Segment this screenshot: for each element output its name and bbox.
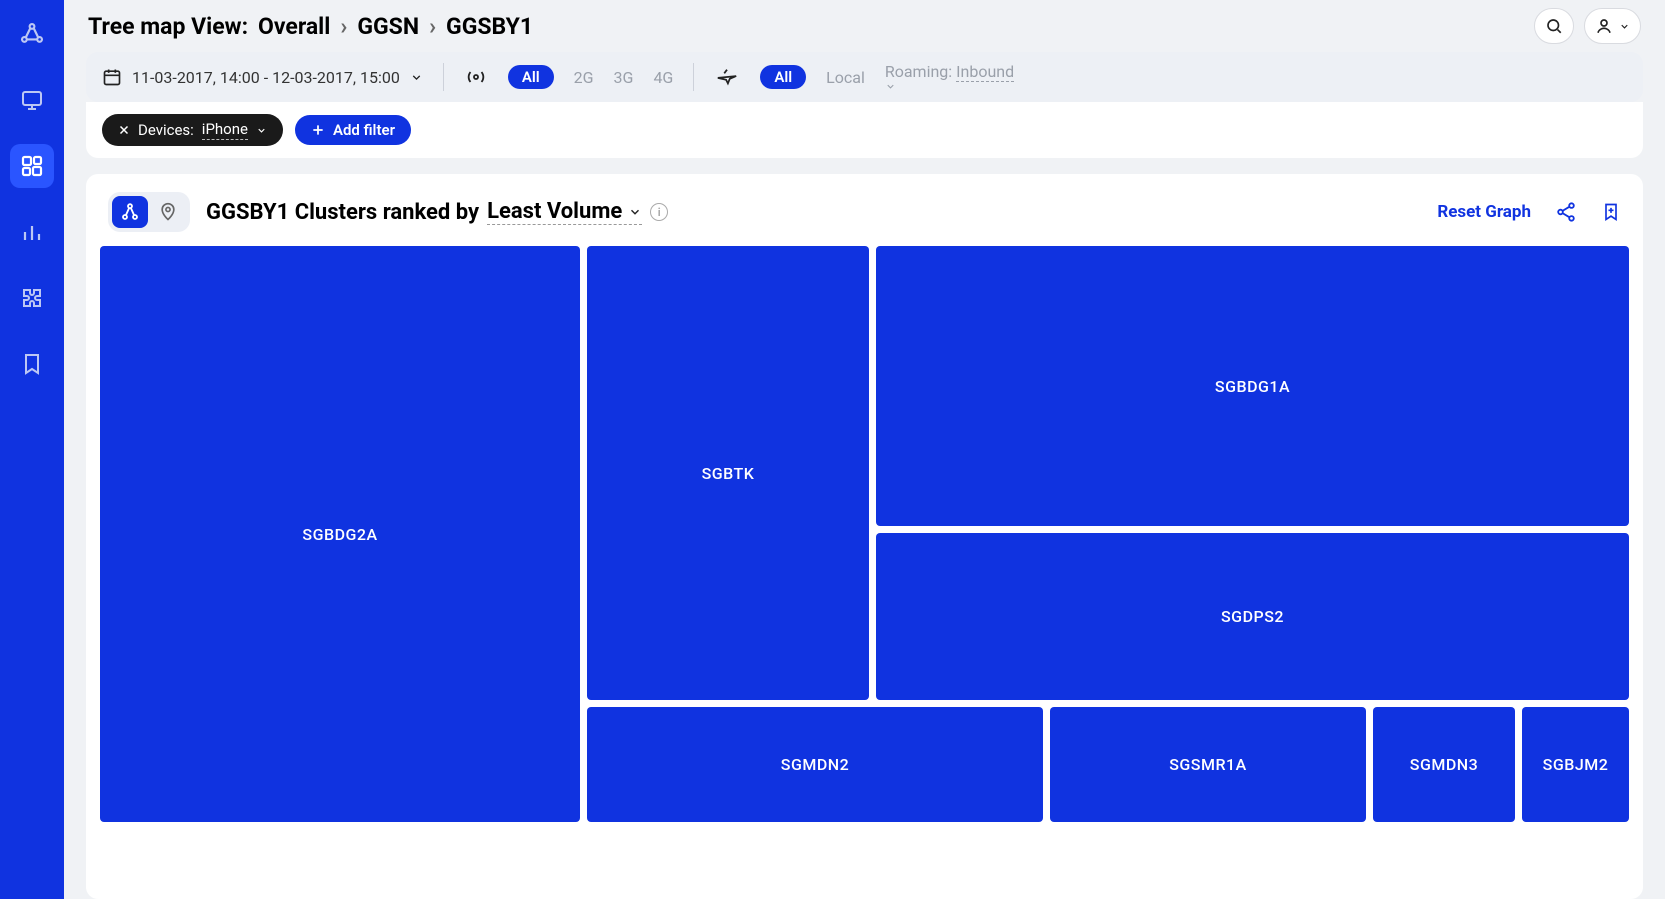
network-icon — [19, 21, 45, 47]
add-filter-button[interactable]: Add filter — [295, 115, 411, 145]
chevron-down-icon — [885, 81, 1018, 92]
chevron-down-icon — [256, 125, 267, 136]
puzzle-icon — [20, 286, 44, 310]
bookmark-icon — [20, 352, 44, 376]
sidebar — [0, 0, 64, 899]
treemap-cell-sgbdg2a[interactable]: SGBDG2A — [100, 246, 580, 822]
radio-filter-2g[interactable]: 2G — [574, 68, 594, 87]
calendar-icon — [102, 67, 122, 87]
date-range-picker[interactable]: 11-03-2017, 14:00 - 12-03-2017, 15:00 — [102, 67, 423, 87]
topbar-actions — [1534, 8, 1641, 44]
device-filter-chip[interactable]: Devices: iPhone — [102, 114, 283, 146]
treemap-cell-sgmdn3[interactable]: SGMDN3 — [1373, 707, 1515, 822]
tree-icon — [120, 202, 140, 222]
sidebar-item-monitor[interactable] — [10, 78, 54, 122]
add-filter-label: Add filter — [333, 121, 395, 139]
sidebar-item-bookmarks[interactable] — [10, 342, 54, 386]
main: Tree map View: Overall › GGSN › GGSBY1 — [64, 0, 1665, 899]
chip-bar: Devices: iPhone Add filter — [86, 102, 1643, 158]
search-button[interactable] — [1534, 8, 1574, 44]
sidebar-item-analytics[interactable] — [10, 210, 54, 254]
account-button[interactable] — [1584, 8, 1641, 44]
separator — [693, 63, 694, 91]
radio-filter-all[interactable]: All — [508, 65, 554, 89]
info-icon[interactable]: i — [650, 203, 668, 221]
share-button[interactable] — [1555, 201, 1577, 223]
reset-graph-button[interactable]: Reset Graph — [1437, 202, 1531, 222]
breadcrumb-prefix: Tree map View: — [88, 13, 248, 40]
view-mode-map[interactable] — [150, 196, 186, 228]
filter-bar: 11-03-2017, 14:00 - 12-03-2017, 15:00 Al… — [86, 52, 1643, 102]
date-range-value: 11-03-2017, 14:00 - 12-03-2017, 15:00 — [132, 68, 400, 87]
roaming-filter-label[interactable]: Roaming: Inbound — [885, 62, 1018, 92]
view-mode-toggle — [108, 192, 190, 232]
treemap-bottom-row: SGMDN2 SGSMR1A SGMDN3 SGBJM2 — [587, 707, 1629, 822]
breadcrumb-level0[interactable]: Overall — [258, 13, 330, 40]
rank-metric-dropdown[interactable]: Least Volume — [487, 199, 642, 225]
chevron-down-icon — [628, 205, 642, 219]
treemap-chart: SGBDG2A SGBTK SGBDG1A SGDPS2 SGMDN2 SGSM… — [100, 246, 1629, 885]
search-icon — [1545, 17, 1563, 35]
view-mode-tree[interactable] — [112, 196, 148, 228]
radio-filter-4g[interactable]: 4G — [653, 68, 673, 87]
radio-icon — [464, 66, 488, 88]
bookmark-button[interactable] — [1601, 201, 1621, 223]
treemap-cell-sgsmr1a[interactable]: SGSMR1A — [1050, 707, 1366, 822]
plane-icon — [714, 66, 740, 88]
roaming-filter-local[interactable]: Local — [826, 68, 865, 87]
treemap-card: GGSBY1 Clusters ranked by Least Volume i… — [86, 174, 1643, 899]
chevron-down-icon — [1619, 21, 1630, 32]
treemap-cell-sgbjm2[interactable]: SGBJM2 — [1522, 707, 1629, 822]
map-pin-icon — [158, 202, 178, 222]
card-title: GGSBY1 Clusters ranked by Least Volume i — [206, 199, 668, 225]
roaming-value: Inbound — [956, 62, 1014, 82]
treemap-cell-sgbtk[interactable]: SGBTK — [587, 246, 869, 700]
sidebar-item-treemap[interactable] — [10, 144, 54, 188]
topbar: Tree map View: Overall › GGSN › GGSBY1 — [64, 0, 1665, 52]
radio-filter-3g[interactable]: 3G — [614, 68, 634, 87]
card-header: GGSBY1 Clusters ranked by Least Volume i… — [100, 192, 1629, 232]
chevron-down-icon — [410, 71, 423, 84]
plus-icon — [311, 123, 325, 137]
monitor-icon — [20, 88, 44, 112]
separator — [443, 63, 444, 91]
breadcrumb-level2[interactable]: GGSBY1 — [446, 13, 533, 40]
sidebar-item-network[interactable] — [10, 12, 54, 56]
sidebar-item-extensions[interactable] — [10, 276, 54, 320]
chip-value: iPhone — [202, 120, 248, 140]
user-icon — [1595, 17, 1613, 35]
treemap-cell-sgmdn2[interactable]: SGMDN2 — [587, 707, 1043, 822]
breadcrumb: Tree map View: Overall › GGSN › GGSBY1 — [88, 13, 533, 40]
bar-chart-icon — [20, 220, 44, 244]
close-icon[interactable] — [118, 124, 130, 136]
treemap-cell-sgdps2[interactable]: SGDPS2 — [876, 533, 1629, 700]
treemap-icon — [20, 154, 44, 178]
chevron-right-icon: › — [429, 13, 436, 40]
chip-label: Devices: — [138, 121, 194, 139]
chevron-right-icon: › — [340, 13, 347, 40]
treemap-cell-sgbdg1a[interactable]: SGBDG1A — [876, 246, 1629, 526]
roaming-filter-all[interactable]: All — [760, 65, 806, 89]
breadcrumb-level1[interactable]: GGSN — [357, 13, 419, 40]
